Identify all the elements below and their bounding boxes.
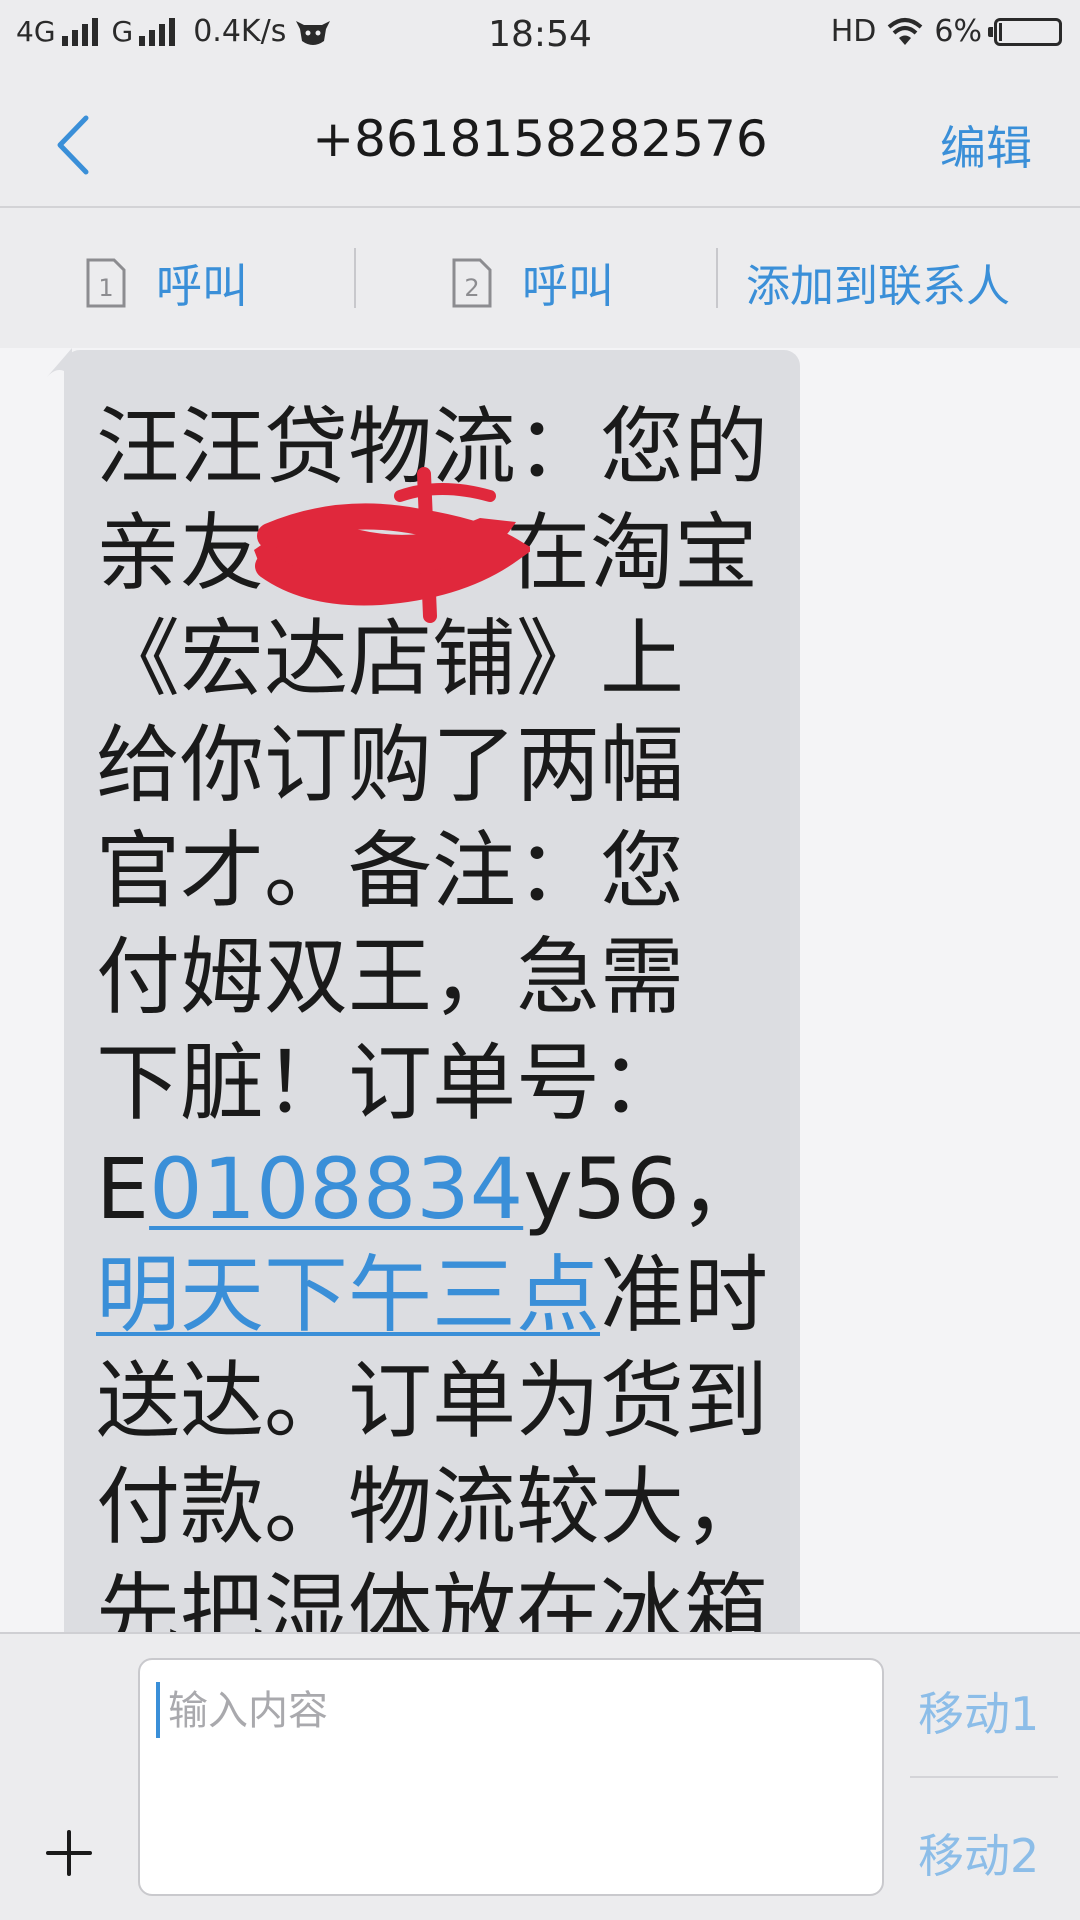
action-divider bbox=[354, 248, 356, 308]
action-divider bbox=[716, 248, 718, 308]
wifi-icon bbox=[888, 17, 923, 45]
message-segment: 准时 bbox=[600, 1246, 769, 1344]
send-divider bbox=[910, 1776, 1058, 1778]
action-bar: 1 呼叫 2 呼叫 添加到联系人 bbox=[0, 208, 1080, 348]
call-sim1-label: 呼叫 bbox=[156, 259, 248, 313]
message-line: 明天下午三点准时 bbox=[96, 1242, 768, 1348]
sim-card-1-icon: 1 bbox=[86, 258, 126, 308]
text-cursor bbox=[156, 1682, 160, 1738]
sim-2-number: 2 bbox=[464, 274, 479, 302]
send-sim1-button[interactable]: 移动1 bbox=[918, 1678, 1039, 1744]
battery-percent: 6% bbox=[934, 14, 982, 49]
conversation-title: +8618158282576 bbox=[312, 110, 768, 168]
message-segment: 在淘宝 bbox=[506, 504, 759, 602]
message-line: 官才。备注：您 bbox=[96, 822, 685, 920]
message-line: E0108834y56， bbox=[96, 1136, 764, 1242]
message-segment: 亲友 bbox=[96, 504, 265, 602]
call-sim1-button[interactable]: 1 呼叫 bbox=[84, 250, 248, 316]
order-number-link[interactable]: 0108834 bbox=[149, 1140, 523, 1238]
conversation-area[interactable]: 汪汪贷物流：您的 亲友 在淘宝 《宏达店铺》上 给你订购了两幅 官才。备注：您 付… bbox=[0, 348, 1080, 1632]
edit-button[interactable]: 编辑 bbox=[940, 112, 1032, 178]
composer-bar: 输入内容 移动1 移动2 bbox=[0, 1632, 1080, 1920]
message-segment: E bbox=[96, 1140, 150, 1238]
battery-fill bbox=[999, 22, 1002, 41]
send-sim2-button[interactable]: 移动2 bbox=[918, 1820, 1039, 1886]
battery-icon bbox=[988, 17, 1062, 46]
status-bar: 4G G 0.4K/s 18:54 HD 6% bbox=[0, 0, 1080, 80]
message-input-placeholder: 输入内容 bbox=[168, 1688, 328, 1734]
call-sim2-label: 呼叫 bbox=[522, 259, 614, 313]
sim-1-number: 1 bbox=[98, 274, 113, 302]
message-line: 先把湿体放在冰箱 bbox=[96, 1564, 769, 1632]
hd-indicator: HD bbox=[830, 14, 877, 49]
plus-icon[interactable] bbox=[44, 1828, 94, 1878]
message-line: 送达。订单为货到 bbox=[96, 1352, 769, 1450]
call-sim2-button[interactable]: 2 呼叫 bbox=[450, 250, 614, 316]
redaction-scribble bbox=[254, 467, 530, 623]
message-line: 付款。物流较大， bbox=[96, 1458, 769, 1556]
status-right: HD 6% bbox=[831, 14, 1062, 49]
message-line: 付姆双王，急需 bbox=[96, 928, 685, 1026]
message-input[interactable]: 输入内容 bbox=[138, 1658, 884, 1896]
message-line: 给你订购了两幅 bbox=[96, 716, 685, 814]
message-line: 下脏！订单号： bbox=[96, 1034, 685, 1132]
sim-card-2-icon: 2 bbox=[452, 258, 492, 308]
datetime-link[interactable]: 明天下午三点 bbox=[96, 1246, 600, 1344]
add-to-contacts-button[interactable]: 添加到联系人 bbox=[746, 250, 1010, 314]
message-segment: y56， bbox=[523, 1140, 764, 1238]
title-bar: +8618158282576 编辑 bbox=[0, 80, 1080, 208]
